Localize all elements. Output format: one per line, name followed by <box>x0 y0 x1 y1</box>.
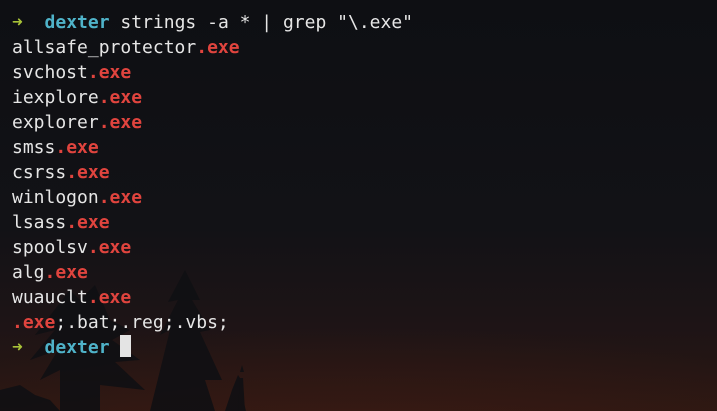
result-line: alg.exe <box>12 260 705 285</box>
result-line: explorer.exe <box>12 110 705 135</box>
result-match: .exe <box>87 237 132 258</box>
command-text: strings -a * | grep "\.exe" <box>120 12 414 33</box>
result-prefix: iexplore <box>12 87 99 108</box>
result-line: spoolsv.exe <box>12 235 705 260</box>
command-line: ➜ dexter strings -a * | grep "\.exe" <box>12 10 705 35</box>
result-line: svchost.exe <box>12 60 705 85</box>
result-prefix: explorer <box>12 112 99 133</box>
result-prefix: lsass <box>12 212 67 233</box>
result-line: wuauclt.exe <box>12 285 705 310</box>
result-prefix: wuauclt <box>12 287 88 308</box>
result-match: .exe <box>44 262 88 283</box>
result-line: allsafe_protector.exe <box>12 35 705 60</box>
terminal-output: ➜ dexter strings -a * | grep "\.exe" all… <box>12 10 705 360</box>
result-match: .exe <box>98 187 143 208</box>
result-match: .exe <box>55 137 99 158</box>
result-prefix: allsafe_protector <box>12 37 197 58</box>
result-match: .exe <box>98 87 143 108</box>
prompt-directory: dexter <box>44 12 110 33</box>
result-match: .exe <box>87 287 132 308</box>
result-prefix: alg <box>12 262 45 283</box>
result-match: .exe <box>66 212 110 233</box>
result-match: .exe <box>87 62 132 83</box>
active-prompt-line[interactable]: ➜ dexter <box>12 335 705 360</box>
result-line: iexplore.exe <box>12 85 705 110</box>
result-line: lsass.exe <box>12 210 705 235</box>
result-line: smss.exe <box>12 135 705 160</box>
result-match: .exe <box>196 37 240 58</box>
result-line: winlogon.exe <box>12 185 705 210</box>
result-line: csrss.exe <box>12 160 705 185</box>
result-match: .exe <box>12 312 56 333</box>
prompt-arrow-icon: ➜ <box>12 12 23 33</box>
result-line: .exe;.bat;.reg;.vbs; <box>12 310 705 335</box>
result-suffix: ;.bat;.reg;.vbs; <box>55 312 229 333</box>
result-prefix: csrss <box>12 162 67 183</box>
result-prefix: spoolsv <box>12 237 88 258</box>
text-cursor <box>120 335 132 357</box>
prompt-arrow-icon: ➜ <box>12 337 23 358</box>
terminal-window[interactable]: ➜ dexter strings -a * | grep "\.exe" all… <box>0 0 717 411</box>
result-match: .exe <box>98 112 143 133</box>
prompt-directory: dexter <box>44 337 110 358</box>
result-prefix: smss <box>12 137 56 158</box>
result-prefix: winlogon <box>12 187 99 208</box>
result-match: .exe <box>66 162 110 183</box>
result-prefix: svchost <box>12 62 88 83</box>
